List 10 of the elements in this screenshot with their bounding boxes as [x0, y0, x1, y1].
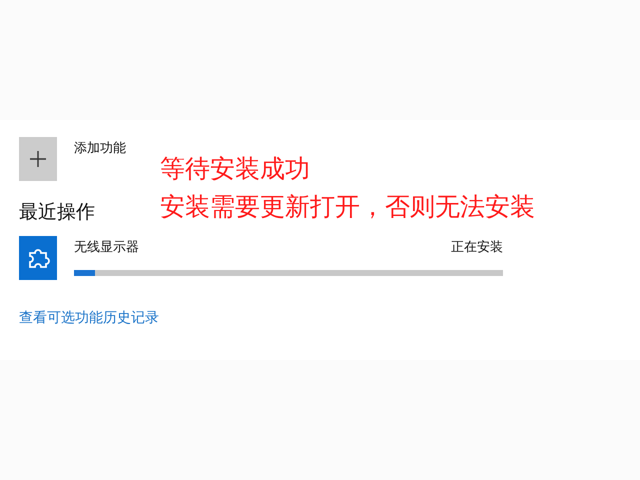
annotation-text: 等待安装成功	[160, 153, 310, 185]
plus-icon	[29, 150, 47, 168]
feature-name: 无线显示器	[74, 239, 139, 256]
install-status: 正在安装	[451, 239, 503, 256]
annotation-text: 安装需要更新打开，否则无法安装	[160, 191, 535, 223]
add-feature-button[interactable]	[19, 137, 57, 181]
history-link[interactable]: 查看可选功能历史记录	[19, 309, 159, 327]
puzzle-icon	[19, 236, 57, 280]
section-heading: 最近操作	[19, 200, 95, 225]
add-feature-label[interactable]: 添加功能	[74, 139, 126, 157]
